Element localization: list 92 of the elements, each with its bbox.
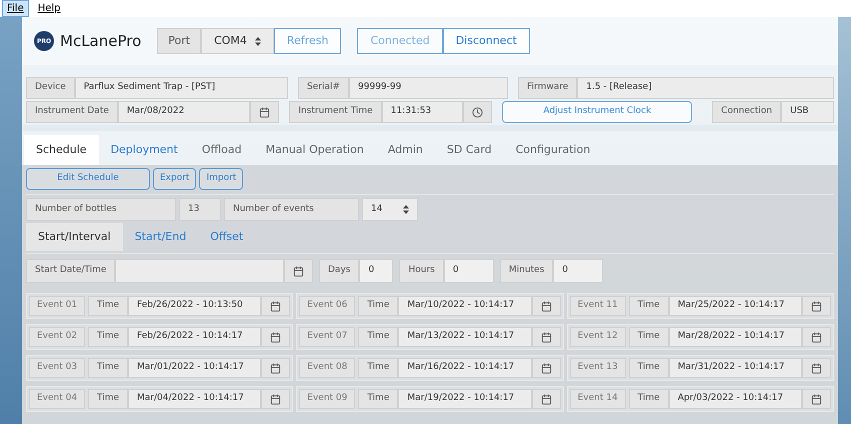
calendar-icon[interactable] — [802, 358, 831, 378]
field-value: Parflux Sediment Trap - [PST] — [74, 77, 288, 99]
field-label: Serial# — [298, 77, 350, 99]
field-value: Mar/08/2022 — [118, 101, 250, 123]
field-label: Time — [358, 296, 398, 316]
field-label: Time — [358, 389, 398, 409]
field-label: Time — [88, 358, 128, 378]
event-time-field[interactable]: Mar/28/2022 - 10:14:17 — [668, 327, 802, 347]
tab[interactable]: Admin — [376, 135, 435, 165]
event-time-field[interactable]: Mar/10/2022 - 10:14:17 — [398, 296, 532, 316]
calendar-icon[interactable] — [261, 358, 290, 378]
event-name: Event 07 — [299, 327, 356, 347]
tab[interactable]: Schedule — [24, 135, 99, 165]
tab[interactable]: Offload — [190, 135, 254, 165]
field-label: Hours — [399, 259, 444, 283]
calendar-icon[interactable] — [250, 101, 280, 123]
tab[interactable]: SD Card — [434, 135, 504, 165]
tab[interactable]: Manual Operation — [254, 135, 376, 165]
event-name: Event 03 — [29, 358, 85, 378]
field-label: Number of events — [224, 198, 359, 221]
event-name: Event 09 — [299, 389, 356, 409]
event-name: Event 04 — [29, 389, 85, 409]
field-label: Time — [88, 389, 128, 409]
port-label: Port — [157, 28, 202, 54]
calendar-icon[interactable] — [532, 389, 561, 409]
event-name: Event 02 — [29, 327, 85, 347]
field-label: Time — [358, 327, 398, 347]
field-label: Instrument Date — [26, 101, 118, 123]
event-time-field[interactable]: Mar/13/2022 - 10:14:17 — [398, 327, 532, 347]
adjust-clock-button[interactable]: Adjust Instrument Clock — [502, 101, 692, 123]
event-name: Event 01 — [29, 296, 85, 316]
app-logo-text: McLanePro — [60, 30, 142, 52]
event-time-field[interactable]: Feb/26/2022 - 10:13:50 — [128, 296, 262, 316]
menu-item[interactable]: File — [2, 0, 29, 17]
menu-item[interactable]: Help — [32, 0, 66, 17]
calendar-icon[interactable] — [802, 389, 831, 409]
event-name: Event 14 — [570, 389, 626, 409]
field-value: 1.5 - [Release] — [577, 77, 834, 99]
field-value: 99999-99 — [349, 77, 508, 99]
event-time-field[interactable]: Mar/19/2022 - 10:14:17 — [398, 389, 532, 409]
field-label: Time — [628, 296, 669, 316]
calendar-icon[interactable] — [532, 358, 561, 378]
event-name: Event 08 — [299, 358, 356, 378]
field-label: Instrument Time — [289, 101, 382, 123]
field-value: 13 — [179, 198, 221, 221]
event-name: Event 06 — [299, 296, 356, 316]
field-label: Minutes — [500, 259, 554, 283]
field-label: Time — [628, 358, 669, 378]
calendar-icon[interactable] — [284, 259, 313, 283]
field-label: Time — [88, 327, 128, 347]
events-count-select[interactable]: 14 — [362, 198, 418, 221]
spinner-icon — [254, 36, 261, 46]
calendar-icon[interactable] — [532, 296, 561, 316]
port-select[interactable]: COM4 — [201, 28, 274, 54]
event-time-field[interactable]: Mar/31/2022 - 10:14:17 — [668, 358, 802, 378]
field-label: Device — [26, 77, 75, 99]
field-label: Time — [628, 389, 669, 409]
connection-button[interactable]: Disconnect — [442, 28, 530, 54]
calendar-icon[interactable] — [532, 327, 561, 347]
field-label: Firmware — [518, 77, 578, 99]
calendar-icon[interactable] — [261, 296, 290, 316]
calendar-icon[interactable] — [802, 296, 831, 316]
event-time-field[interactable]: Feb/26/2022 - 10:14:17 — [128, 327, 262, 347]
minutes-field[interactable]: 0 — [553, 259, 604, 283]
event-time-field[interactable]: Mar/01/2022 - 10:14:17 — [128, 358, 262, 378]
field-label: Number of bottles — [26, 198, 176, 221]
tab[interactable]: Deployment — [98, 135, 190, 165]
field-label: Time — [628, 327, 669, 347]
event-name: Event 12 — [570, 327, 626, 347]
days-field[interactable]: 0 — [359, 259, 394, 283]
calendar-icon[interactable] — [802, 327, 831, 347]
field-label: Start Date/Time — [26, 259, 116, 283]
subtab[interactable]: Start/Interval — [26, 223, 123, 251]
clock-icon[interactable] — [463, 101, 492, 123]
field-label: Time — [358, 358, 398, 378]
event-time-field[interactable]: Mar/25/2022 - 10:14:17 — [668, 296, 802, 316]
field-label: Time — [88, 296, 128, 316]
tab[interactable]: Configuration — [504, 135, 602, 165]
event-time-field[interactable]: Apr/03/2022 - 10:14:17 — [668, 389, 802, 409]
field-value: 11:31:53 — [382, 101, 464, 123]
field-label: Days — [319, 259, 360, 283]
event-name: Event 11 — [570, 296, 626, 316]
field-label: Connection — [712, 101, 782, 123]
event-name: Event 13 — [570, 358, 626, 378]
event-time-field[interactable]: Mar/04/2022 - 10:14:17 — [128, 389, 262, 409]
calendar-icon[interactable] — [261, 327, 290, 347]
spinner-icon — [403, 205, 409, 214]
event-time-field[interactable]: Mar/16/2022 - 10:14:17 — [398, 358, 532, 378]
hours-field[interactable]: 0 — [444, 259, 494, 283]
start-date-field[interactable] — [115, 259, 284, 283]
calendar-icon[interactable] — [261, 389, 290, 409]
field-value: USB — [781, 101, 834, 123]
